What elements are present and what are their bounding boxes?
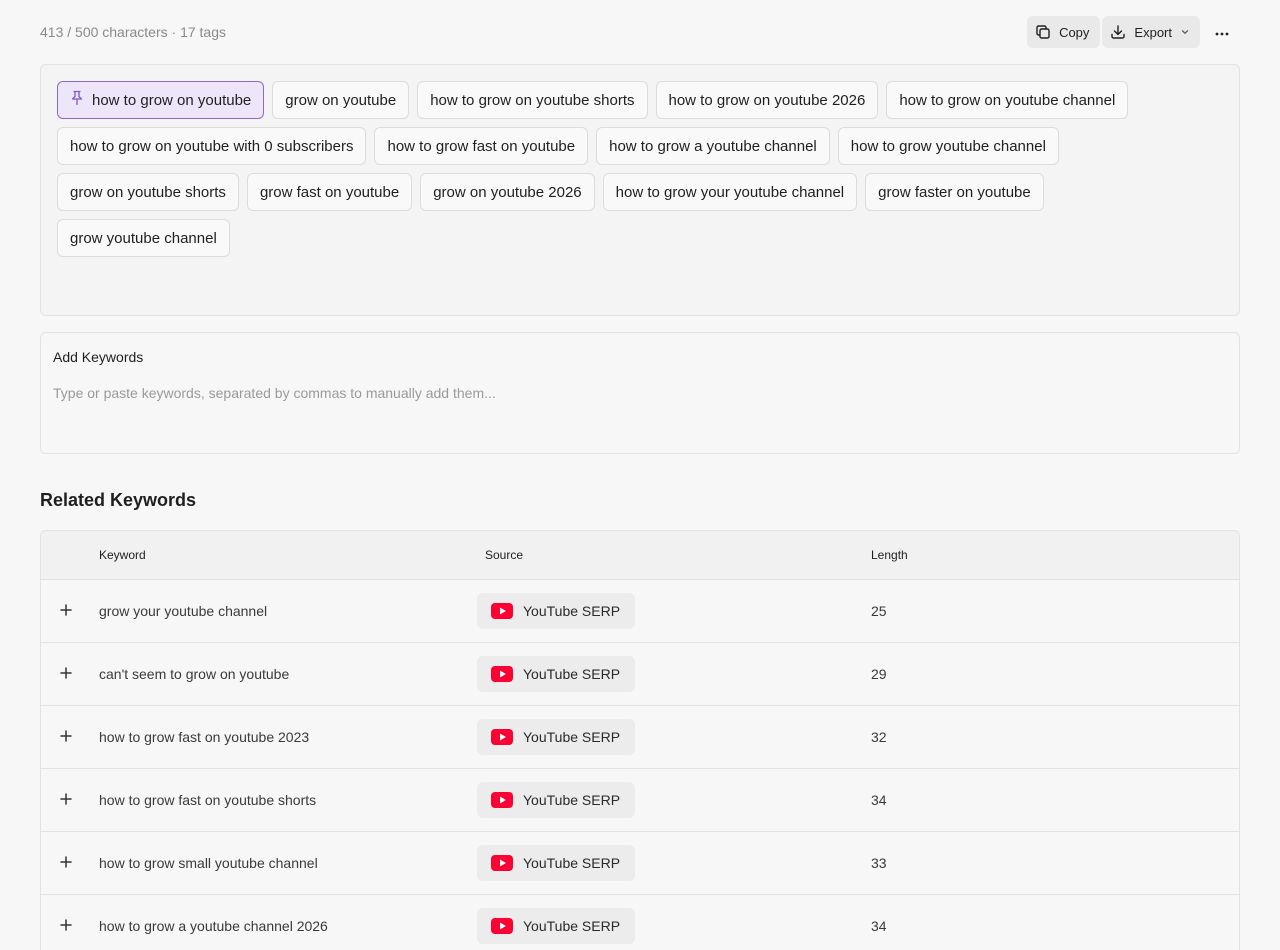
tag-row: grow youtube channel: [57, 219, 1223, 257]
pin-icon: [70, 90, 84, 110]
related-keywords-heading: Related Keywords: [40, 490, 197, 510]
tag[interactable]: grow on youtube 2026: [420, 173, 595, 211]
keyword-cell: how to grow a youtube channel 2026: [99, 918, 328, 934]
tag[interactable]: grow youtube channel: [57, 219, 230, 257]
length-cell: 29: [871, 666, 887, 682]
tag[interactable]: how to grow youtube channel: [837, 127, 1059, 165]
source-badge: YouTube SERP: [477, 845, 636, 881]
source-cell: YouTube SERP: [477, 719, 871, 755]
table-row: grow your youtube channel YouTube SERP 2…: [41, 580, 1239, 643]
plus-icon: [60, 792, 72, 808]
tag[interactable]: how to grow fast on youtube: [374, 127, 589, 165]
tag-row: how to grow on youtube grow on youtube h…: [57, 81, 1223, 119]
add-keyword-button[interactable]: [41, 918, 99, 934]
column-header-length: Length: [871, 548, 908, 562]
tag[interactable]: how to grow on youtube with 0 subscriber…: [57, 127, 367, 165]
source-cell: YouTube SERP: [477, 593, 871, 629]
add-keywords-panel: Add Keywords: [40, 332, 1240, 454]
table-row: how to grow fast on youtube shorts YouTu…: [41, 769, 1239, 832]
export-button[interactable]: Export: [1102, 16, 1200, 48]
table-row: how to grow a youtube channel 2026 YouTu…: [41, 895, 1239, 950]
source-label: YouTube SERP: [523, 666, 621, 682]
ellipsis-icon: [1215, 23, 1229, 41]
source-label: YouTube SERP: [523, 729, 621, 745]
download-icon: [1110, 24, 1126, 40]
tag-pinned[interactable]: how to grow on youtube: [57, 81, 265, 119]
plus-icon: [60, 666, 72, 682]
column-header-keyword: Keyword: [99, 548, 146, 562]
related-keywords-table: Keyword Source Length grow your youtube …: [40, 530, 1240, 950]
source-badge: YouTube SERP: [477, 593, 636, 629]
add-keywords-title: Add Keywords: [53, 349, 144, 365]
source-cell: YouTube SERP: [477, 908, 871, 944]
youtube-icon: [491, 918, 513, 934]
copy-icon: [1035, 24, 1051, 40]
source-cell: YouTube SERP: [477, 656, 871, 692]
source-label: YouTube SERP: [523, 792, 621, 808]
youtube-icon: [491, 792, 513, 808]
column-header-source: Source: [485, 548, 524, 562]
length-cell: 34: [871, 792, 887, 808]
keyword-cell: can't seem to grow on youtube: [99, 666, 290, 682]
character-tag-counter: 413 / 500 characters · 17 tags: [40, 24, 226, 40]
keyword-cell: how to grow fast on youtube 2023: [99, 729, 310, 745]
table-header: Keyword Source Length: [41, 531, 1239, 580]
tag[interactable]: grow fast on youtube: [246, 173, 413, 211]
youtube-icon: [491, 603, 513, 619]
plus-icon: [60, 729, 72, 745]
tag[interactable]: how to grow your youtube channel: [602, 173, 858, 211]
tags-container: how to grow on youtube grow on youtube h…: [40, 64, 1240, 316]
tag[interactable]: how to grow on youtube channel: [886, 81, 1129, 119]
youtube-icon: [491, 729, 513, 745]
source-badge: YouTube SERP: [477, 656, 636, 692]
source-label: YouTube SERP: [523, 918, 621, 934]
top-bar: 413 / 500 characters · 17 tags Copy Expo…: [40, 16, 1240, 48]
table-row: can't seem to grow on youtube YouTube SE…: [41, 643, 1239, 706]
plus-icon: [60, 918, 72, 934]
copy-label: Copy: [1059, 24, 1090, 40]
source-badge: YouTube SERP: [477, 908, 636, 944]
export-label: Export: [1134, 24, 1172, 40]
length-cell: 32: [871, 729, 887, 745]
tag[interactable]: grow faster on youtube: [865, 173, 1044, 211]
source-badge: YouTube SERP: [477, 782, 636, 818]
add-keywords-input[interactable]: [53, 385, 1227, 401]
tag[interactable]: how to grow a youtube channel: [596, 127, 830, 165]
source-cell: YouTube SERP: [477, 845, 871, 881]
plus-icon: [60, 855, 72, 871]
source-badge: YouTube SERP: [477, 719, 636, 755]
keyword-cell: how to grow small youtube channel: [99, 855, 318, 871]
length-cell: 25: [871, 603, 887, 619]
chevron-down-icon: [1180, 27, 1190, 37]
tag-label: how to grow on youtube: [92, 91, 252, 109]
tag[interactable]: how to grow on youtube 2026: [655, 81, 879, 119]
more-options-button[interactable]: [1204, 16, 1240, 48]
toolbar-actions: Copy Export: [1027, 16, 1240, 48]
tag-row: grow on youtube shorts grow fast on yout…: [57, 173, 1223, 211]
source-cell: YouTube SERP: [477, 782, 871, 818]
source-label: YouTube SERP: [523, 855, 621, 871]
youtube-icon: [491, 855, 513, 871]
source-label: YouTube SERP: [523, 603, 621, 619]
add-keyword-button[interactable]: [41, 855, 99, 871]
add-keyword-button[interactable]: [41, 666, 99, 682]
keyword-editor-page: 413 / 500 characters · 17 tags Copy Expo…: [0, 0, 1280, 950]
tag[interactable]: grow on youtube: [272, 81, 410, 119]
copy-button[interactable]: Copy: [1027, 16, 1101, 48]
add-keyword-button[interactable]: [41, 729, 99, 745]
length-cell: 34: [871, 918, 887, 934]
table-row: how to grow fast on youtube 2023 YouTube…: [41, 706, 1239, 769]
tag-row: how to grow on youtube with 0 subscriber…: [57, 127, 1223, 165]
keyword-cell: how to grow fast on youtube shorts: [99, 792, 317, 808]
keyword-cell: grow your youtube channel: [99, 603, 268, 619]
youtube-icon: [491, 666, 513, 682]
tag[interactable]: grow on youtube shorts: [57, 173, 239, 211]
add-keyword-button[interactable]: [41, 792, 99, 808]
add-keyword-button[interactable]: [41, 603, 99, 619]
length-cell: 33: [871, 855, 887, 871]
table-row: how to grow small youtube channel YouTub…: [41, 832, 1239, 895]
plus-icon: [60, 603, 72, 619]
tag[interactable]: how to grow on youtube shorts: [417, 81, 648, 119]
